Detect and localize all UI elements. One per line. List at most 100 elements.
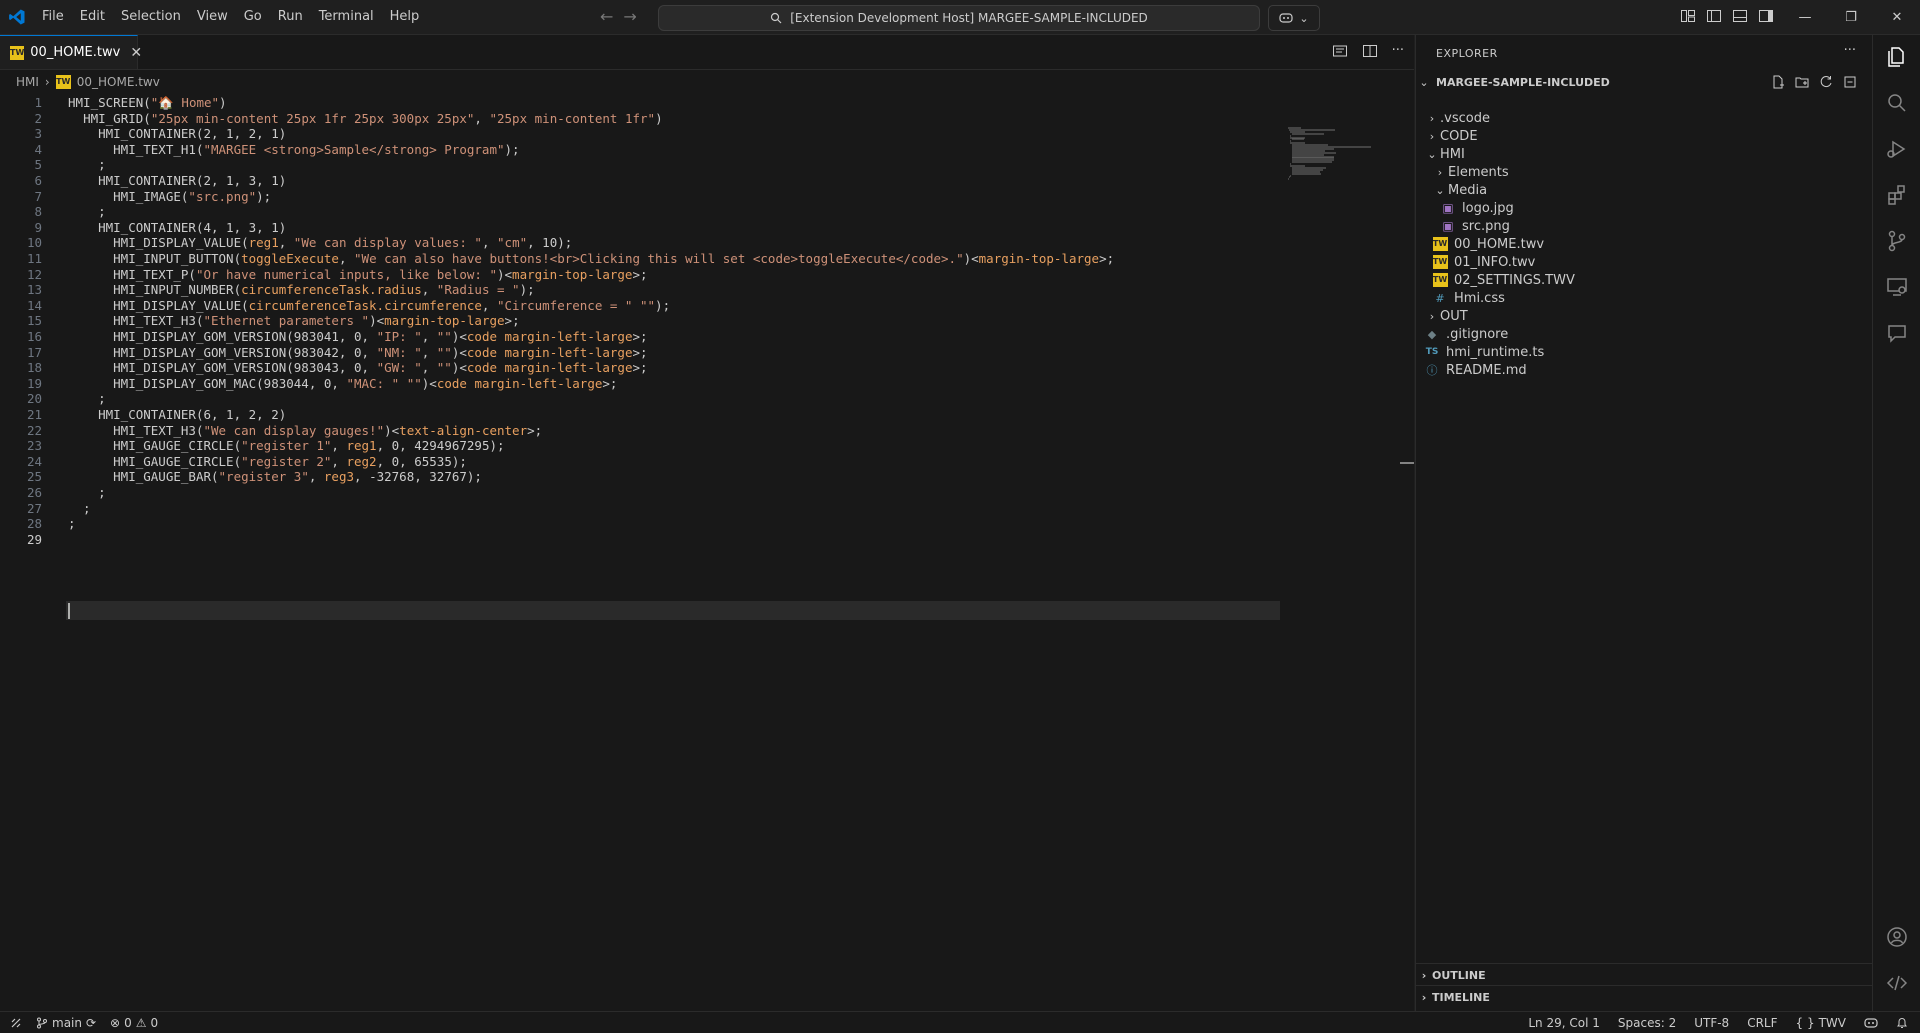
cursor-position[interactable]: Ln 29, Col 1 <box>1528 1016 1600 1030</box>
outline-label: OUTLINE <box>1432 968 1486 982</box>
explorer-root[interactable]: ⌄ MARGEE-SAMPLE-INCLUDED <box>1416 71 1872 93</box>
breadcrumb-folder[interactable]: HMI <box>16 75 39 89</box>
menu-terminal[interactable]: Terminal <box>311 0 382 34</box>
new-file-icon[interactable] <box>1770 74 1786 90</box>
close-window-icon[interactable]: ✕ <box>1874 0 1920 34</box>
toggle-primary-sidebar-icon[interactable] <box>1706 8 1722 24</box>
image-file-icon: ▣ <box>1442 201 1454 215</box>
chevron-right-icon: › <box>1421 968 1427 982</box>
code-editor[interactable]: 1 HMI_SCREEN("🏠 Home") 2 HMI_GRID("25px mi… <box>0 93 1280 993</box>
notifications-bell-icon[interactable] <box>1896 1016 1908 1029</box>
timeline-section[interactable]: › TIMELINE <box>1416 985 1872 1008</box>
outline-section[interactable]: › OUTLINE <box>1416 963 1872 986</box>
code-brackets-icon[interactable] <box>1885 971 1909 995</box>
run-debug-icon[interactable] <box>1885 137 1909 161</box>
minimap-line <box>1290 174 1291 177</box>
vscode-logo-icon <box>9 9 25 25</box>
image-file-icon: ▣ <box>1442 219 1454 233</box>
tree-item-label: CODE <box>1440 128 1478 144</box>
indentation[interactable]: Spaces: 2 <box>1618 1016 1676 1030</box>
language-label: TWV <box>1818 1015 1846 1030</box>
copilot-icon <box>1279 13 1293 23</box>
extensions-icon[interactable] <box>1885 183 1909 207</box>
chevron-right-icon: › <box>1429 111 1435 125</box>
tab-00-home[interactable]: TW 00_HOME.twv ✕ <box>0 35 142 69</box>
chevron-right-icon: › <box>44 75 50 89</box>
remote-indicator[interactable] <box>10 1017 22 1029</box>
minimap[interactable] <box>1288 127 1408 182</box>
status-left: main ⟳ ⊗ 0 ⚠ 0 <box>10 1012 158 1033</box>
info-icon: ⓘ <box>1426 364 1438 377</box>
split-editor-icon[interactable] <box>1362 43 1378 59</box>
back-arrow-icon[interactable]: ← <box>600 7 613 26</box>
customize-layout-icon[interactable] <box>1680 8 1696 24</box>
sync-icon[interactable]: ⟳ <box>86 1016 96 1030</box>
minimap-line <box>1291 138 1305 141</box>
branch-indicator[interactable]: main ⟳ <box>36 1016 96 1030</box>
tab-bar: TW 00_HOME.twv ✕ ··· <box>0 35 1414 70</box>
menu-run[interactable]: Run <box>270 0 311 34</box>
more-actions-icon[interactable]: ··· <box>1392 43 1404 59</box>
collapse-all-icon[interactable] <box>1842 74 1858 90</box>
restore-icon[interactable]: ❐ <box>1828 0 1874 34</box>
chevron-right-icon: › <box>1437 165 1443 179</box>
menu-help[interactable]: Help <box>382 0 428 34</box>
twv-file-icon: TW <box>1432 273 1448 287</box>
chevron-down-icon: ⌄ <box>1427 147 1437 161</box>
line-ending[interactable]: CRLF <box>1747 1016 1777 1030</box>
close-icon[interactable]: ✕ <box>130 45 142 61</box>
encoding[interactable]: UTF-8 <box>1694 1016 1729 1030</box>
toggle-panel-icon[interactable] <box>1732 8 1748 24</box>
layout-controls <box>1680 8 1774 24</box>
twv-file-icon: TW <box>55 75 71 89</box>
tree-item-label: 02_SETTINGS.TWV <box>1454 272 1575 288</box>
copilot-status-icon[interactable] <box>1864 1017 1878 1029</box>
minimap-line <box>1291 132 1324 135</box>
file-item[interactable]: ⓘ README.md <box>1416 359 1880 381</box>
refresh-icon[interactable] <box>1818 74 1834 90</box>
source-control-icon[interactable] <box>1885 229 1909 253</box>
tree-item-label: 00_HOME.twv <box>1454 236 1545 252</box>
more-actions-icon[interactable]: ··· <box>1844 43 1856 58</box>
minimap-line <box>1291 172 1321 175</box>
tree-item-label: 01_INFO.twv <box>1454 254 1536 270</box>
remote-explorer-icon[interactable] <box>1885 275 1909 299</box>
typescript-file-icon: TS <box>1425 347 1439 357</box>
menu-edit[interactable]: Edit <box>72 0 113 34</box>
tree-item-label: README.md <box>1446 362 1527 378</box>
search-icon[interactable] <box>1885 91 1909 115</box>
tree-item-label: .vscode <box>1440 110 1490 126</box>
language-mode[interactable]: { } TWV <box>1796 1016 1847 1030</box>
menu-view[interactable]: View <box>189 0 236 34</box>
forward-arrow-icon[interactable]: → <box>623 7 636 26</box>
problems-indicator[interactable]: ⊗ 0 ⚠ 0 <box>110 1016 158 1030</box>
new-folder-icon[interactable] <box>1794 74 1810 90</box>
error-count: 0 <box>124 1015 132 1030</box>
activity-bar <box>1872 35 1920 1011</box>
toggle-secondary-sidebar-icon[interactable] <box>1758 8 1774 24</box>
command-center[interactable]: [Extension Development Host] MARGEE-SAMP… <box>658 5 1260 31</box>
minimap-line <box>1288 178 1289 181</box>
copilot-button[interactable]: ⌄ <box>1268 5 1320 31</box>
menu-selection[interactable]: Selection <box>113 0 189 34</box>
menu-file[interactable]: File <box>34 0 72 34</box>
remote-icon <box>11 1018 21 1027</box>
explorer-actions <box>1770 74 1858 90</box>
preview-icon[interactable] <box>1332 43 1348 59</box>
status-right: Ln 29, Col 1 Spaces: 2 UTF-8 CRLF { } TW… <box>1528 1012 1908 1033</box>
chat-icon[interactable] <box>1885 321 1909 345</box>
editor-group: TW 00_HOME.twv ✕ ··· HMI › TW 00_HOME.tw… <box>0 35 1414 1011</box>
code-line[interactable]: 29 <box>0 530 1280 549</box>
menu-go[interactable]: Go <box>236 0 270 34</box>
tree-item-label: Elements <box>1448 164 1509 180</box>
tab-label: 00_HOME.twv <box>30 45 121 60</box>
explorer-files-icon[interactable] <box>1885 45 1909 69</box>
tree-item-label: src.png <box>1462 218 1510 234</box>
account-icon[interactable] <box>1885 925 1909 949</box>
chevron-down-icon: ⌄ <box>1419 75 1429 89</box>
minimize-icon[interactable]: — <box>1782 0 1828 34</box>
breadcrumb-file[interactable]: 00_HOME.twv <box>77 75 160 89</box>
command-center-text: [Extension Development Host] MARGEE-SAMP… <box>790 11 1148 25</box>
tree-item-label: hmi_runtime.ts <box>1446 344 1545 360</box>
window-controls: — ❐ ✕ <box>1782 0 1920 34</box>
